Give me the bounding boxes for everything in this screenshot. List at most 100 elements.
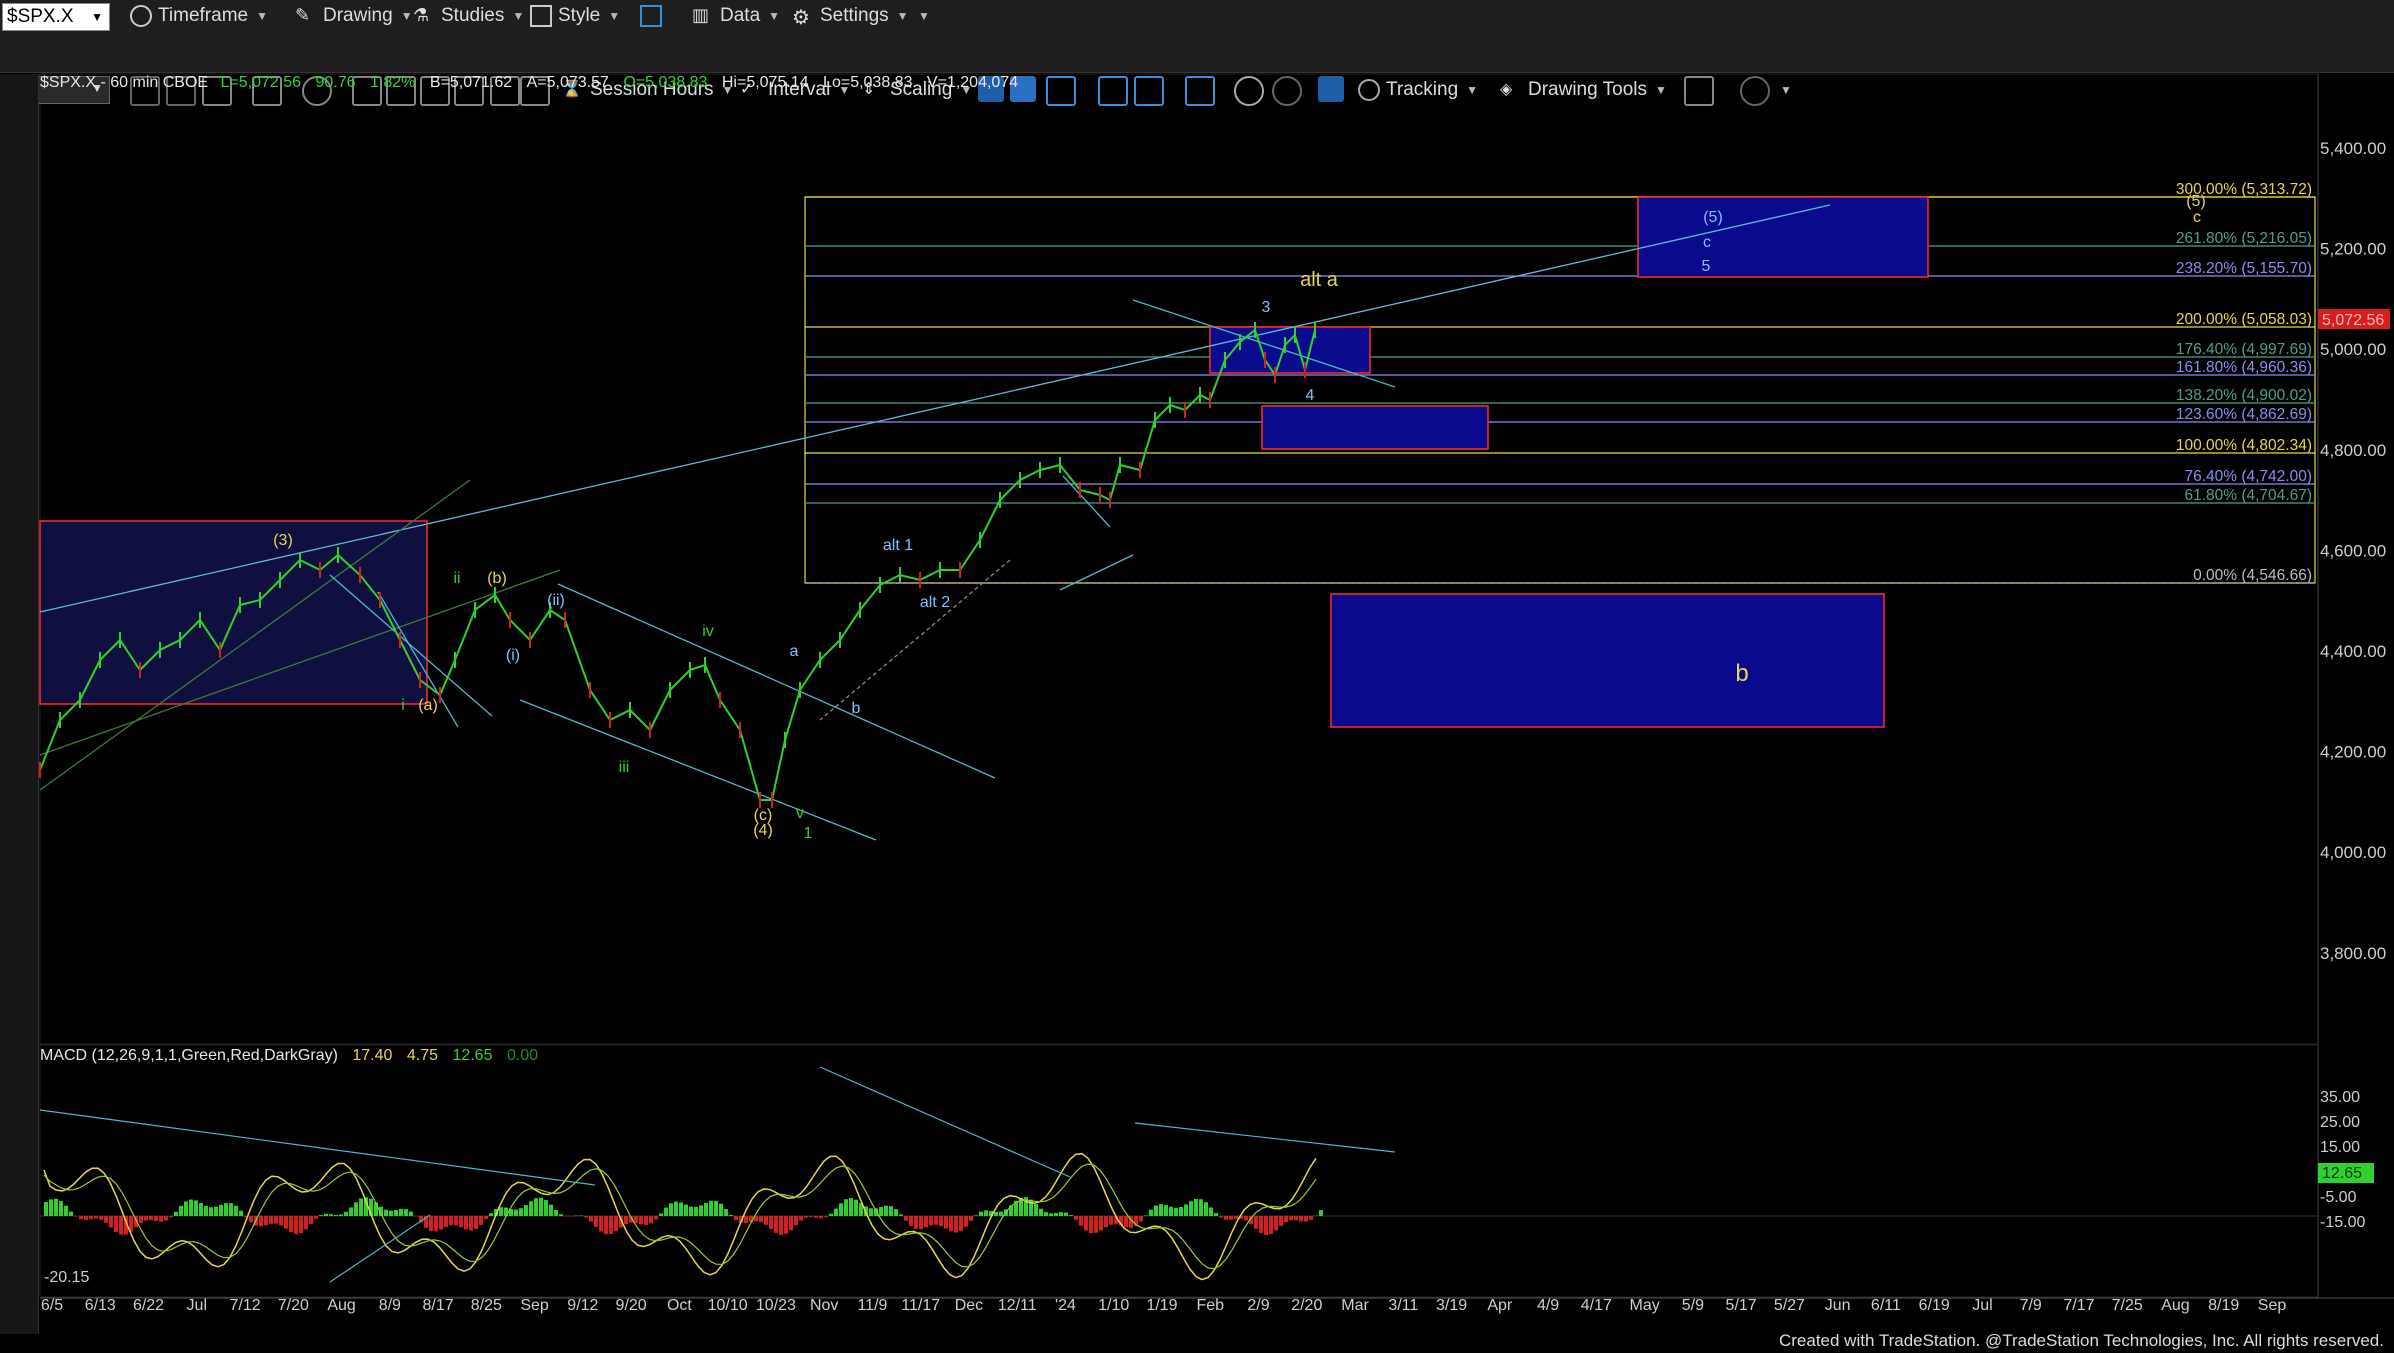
layout-button[interactable] bbox=[640, 0, 668, 32]
fib-level-label: 123.60% (4,862.69) bbox=[2176, 406, 2312, 423]
macd-tick-label: -5.00 bbox=[2320, 1189, 2357, 1206]
style-icon bbox=[530, 5, 552, 27]
flask-icon: ⚗ bbox=[413, 5, 430, 25]
date-tick-label: 1/10 bbox=[1098, 1297, 1129, 1314]
macd-histogram-bar bbox=[1299, 1216, 1303, 1222]
export-icon[interactable] bbox=[1684, 76, 1714, 106]
macd-histogram-bar bbox=[954, 1216, 958, 1233]
chevron-down-icon: ▼ bbox=[768, 9, 781, 23]
macd-histogram-bar bbox=[744, 1216, 748, 1224]
macd-current-label: 12.65 bbox=[2322, 1165, 2362, 1182]
macd-histogram-bar bbox=[799, 1216, 803, 1221]
wave-label: alt 2 bbox=[920, 594, 950, 611]
wave-label: v bbox=[796, 805, 804, 822]
date-tick-label: Mar bbox=[1341, 1297, 1369, 1314]
date-tick-label: 6/5 bbox=[41, 1297, 63, 1314]
tracking-menu[interactable]: Tracking ▼ bbox=[1358, 74, 1478, 106]
macd-histogram-bar bbox=[484, 1216, 488, 1220]
macd-histogram-bar bbox=[614, 1216, 618, 1232]
macd-histogram-bar bbox=[809, 1216, 813, 1218]
macd-histogram-bar bbox=[909, 1216, 913, 1226]
macd-histogram-bar bbox=[214, 1206, 218, 1216]
zoom-out-bars-icon[interactable] bbox=[1098, 76, 1128, 106]
cloud-menu[interactable]: ▼ bbox=[1772, 74, 1792, 106]
macd-tick-label: 15.00 bbox=[2320, 1139, 2360, 1156]
date-tick-label: 10/10 bbox=[708, 1297, 748, 1314]
drawing-menu[interactable]: ✎ Drawing ▼ bbox=[295, 0, 413, 32]
macd-histogram-bar bbox=[329, 1214, 333, 1216]
macd-histogram-bar bbox=[439, 1216, 443, 1230]
zoom-in-bars-icon[interactable] bbox=[1134, 76, 1164, 106]
timeframe-menu[interactable]: Timeframe ▼ bbox=[130, 0, 268, 32]
macd-histogram-bar bbox=[174, 1211, 178, 1216]
macd-pane bbox=[39, 1044, 2319, 1298]
macd-histogram-bar bbox=[679, 1202, 683, 1216]
macd-histogram-bar bbox=[794, 1216, 798, 1226]
wave-label: (c) bbox=[754, 807, 773, 824]
ask-price: A=5,073.57 bbox=[526, 74, 609, 91]
macd-histogram-bar bbox=[654, 1216, 658, 1220]
trend-line bbox=[519, 699, 877, 841]
date-tick-label: 6/22 bbox=[133, 1297, 164, 1314]
date-tick-label: 8/19 bbox=[2208, 1297, 2239, 1314]
volume: V=1,204,074 bbox=[926, 74, 1019, 91]
wave-label: ii bbox=[453, 570, 460, 587]
macd-histogram-bar bbox=[194, 1200, 198, 1216]
macd-histogram-bar bbox=[1194, 1198, 1198, 1216]
zoom-in-icon[interactable] bbox=[1234, 76, 1264, 106]
footer-copyright: Created with TradeStation. @TradeStation… bbox=[1778, 1331, 2384, 1350]
grid-toggle-icon[interactable] bbox=[1318, 76, 1344, 102]
macd-histogram-bar bbox=[594, 1216, 598, 1227]
macd-tick-label: -15.00 bbox=[2320, 1214, 2365, 1231]
symbol-input[interactable]: $SPX.X ▼ bbox=[2, 3, 110, 31]
wave-label: (5) bbox=[1703, 209, 1723, 226]
cloud-icon[interactable] bbox=[1740, 76, 1770, 106]
toolbar-overflow[interactable]: ▼ bbox=[910, 0, 930, 32]
macd-histogram-bar bbox=[324, 1213, 328, 1216]
wave-label: iii bbox=[619, 759, 630, 776]
panel-icon[interactable] bbox=[1185, 76, 1215, 106]
date-tick-label: 8/9 bbox=[379, 1297, 401, 1314]
wave-label: b bbox=[852, 700, 861, 717]
macd-histogram-bar bbox=[664, 1207, 668, 1216]
date-tick-label: 8/17 bbox=[423, 1297, 454, 1314]
macd-histogram-bar bbox=[1234, 1216, 1238, 1219]
macd-histogram-bar bbox=[274, 1216, 278, 1224]
macd-histogram-bar bbox=[344, 1211, 348, 1216]
date-tick-label: Aug bbox=[327, 1297, 355, 1314]
data-menu[interactable]: ▥ Data ▼ bbox=[692, 0, 780, 32]
macd-value-3: 12.65 bbox=[452, 1047, 493, 1064]
macd-histogram-bar bbox=[729, 1214, 733, 1216]
macd-histogram-bar bbox=[269, 1216, 273, 1224]
studies-menu[interactable]: ⚗ Studies ▼ bbox=[413, 0, 524, 32]
macd-histogram-bar bbox=[1144, 1215, 1148, 1216]
macd-histogram-bar bbox=[359, 1198, 363, 1216]
macd-histogram-bar bbox=[1189, 1201, 1193, 1216]
date-tick-label: 5/17 bbox=[1726, 1297, 1757, 1314]
macd-histogram-bar bbox=[264, 1216, 268, 1226]
line-style-icon[interactable] bbox=[1046, 76, 1076, 106]
macd-histogram-bar bbox=[1164, 1205, 1168, 1216]
zoom-out-icon[interactable] bbox=[1272, 76, 1302, 106]
target-box-b bbox=[1330, 593, 1885, 728]
macd-trend-line bbox=[39, 1109, 596, 1186]
gear-icon: ⚙ bbox=[792, 7, 810, 29]
macd-histogram-bar bbox=[99, 1216, 103, 1220]
drawing-tools-menu[interactable]: ◈ Drawing Tools ▼ bbox=[1500, 74, 1667, 106]
style-menu[interactable]: Style ▼ bbox=[530, 0, 620, 32]
date-tick-label: 9/12 bbox=[567, 1297, 598, 1314]
price-chart[interactable]: ↖+✎⚊↔⇆☰◷⟋Ⅲ⛶▦☰◎⋰⫽◜⇩⇧○□T⟋⌫⊢✎A5,400.005,200… bbox=[0, 0, 2394, 1353]
macd-histogram-bar bbox=[189, 1199, 193, 1216]
macd-histogram-bar bbox=[584, 1216, 588, 1218]
settings-menu[interactable]: ⚙ Settings ▼ bbox=[792, 0, 909, 32]
macd-histogram-bar bbox=[1049, 1213, 1053, 1216]
trend-line bbox=[819, 559, 1011, 721]
date-tick-label: Aug bbox=[2161, 1297, 2189, 1314]
chevron-down-icon: ▼ bbox=[512, 9, 525, 23]
date-tick-label: 8/25 bbox=[471, 1297, 502, 1314]
macd-histogram-bar bbox=[474, 1216, 478, 1230]
macd-histogram-bar bbox=[319, 1215, 323, 1216]
date-tick-label: Oct bbox=[667, 1297, 692, 1314]
date-tick-label: 9/20 bbox=[616, 1297, 647, 1314]
main-toolbar: $SPX.X ▼ Timeframe ▼ ✎ Drawing ▼ ⚗ Studies ▼ S… bbox=[0, 0, 2394, 37]
